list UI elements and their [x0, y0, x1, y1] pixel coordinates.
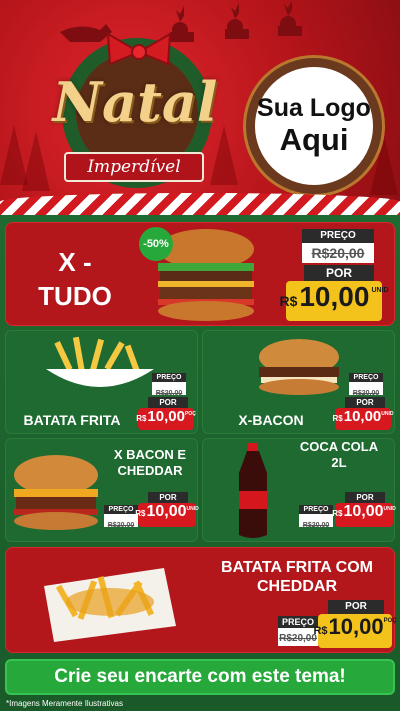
- burger-image: [259, 339, 339, 395]
- old-price-box: PREÇO R$20,00: [278, 616, 318, 646]
- unit-label: UNID: [381, 411, 394, 417]
- por-label: POR: [328, 600, 384, 614]
- fries-image: [46, 336, 154, 387]
- old-price: R$20,00: [107, 522, 135, 529]
- discount-badge: -50%: [139, 227, 173, 261]
- new-price: 10,00: [328, 614, 384, 639]
- old-price: R$20,00: [352, 390, 380, 397]
- new-price-box: R$ 10,00 POÇ: [136, 408, 196, 430]
- flyer-page: Natal Imperdível Sua Logo Aqui X - TUDO …: [0, 0, 400, 711]
- tree-decoration: [22, 131, 50, 191]
- product-card-x-bacon-cheddar: X BACON E CHEDDAR PREÇO R$20,00 POR R$ 1…: [5, 438, 199, 542]
- new-price-box: R$ 10,00 UNID: [135, 503, 199, 527]
- product-card-batata-cheddar: BATATA FRITA COM CHEDDAR PREÇO R$20,00 P…: [5, 547, 397, 653]
- footnote: *Imagens Meramente Ilustrativas: [6, 699, 123, 708]
- candy-cane-border: [0, 193, 400, 215]
- product-name: X-BACON: [238, 412, 304, 428]
- logo-line2: Aqui: [279, 122, 349, 157]
- new-price: 10,00: [343, 408, 382, 425]
- por-label: POR: [345, 492, 385, 503]
- price-label: PREÇO: [104, 505, 138, 514]
- currency: R$: [313, 625, 328, 637]
- new-price-box: R$ 10,00 UNID: [332, 408, 394, 430]
- currency: R$: [135, 509, 146, 518]
- new-price: 10,00: [343, 503, 384, 520]
- old-price: R$20,00: [279, 633, 317, 644]
- new-price-box: R$ 10,00 POÇ: [313, 614, 397, 648]
- currency: R$: [332, 509, 343, 518]
- currency: R$: [136, 414, 147, 423]
- product-card-x-bacon: X-BACON PREÇO R$20,00 POR R$ 10,00 UNID: [202, 330, 395, 434]
- unit-label: UNID: [371, 287, 389, 294]
- tree-decoration: [210, 125, 238, 185]
- unit-label: UNID: [186, 506, 199, 512]
- product-name: X BACON E CHEDDAR: [113, 447, 187, 478]
- por-label: POR: [304, 265, 374, 281]
- old-price-box: PREÇO R$20,00: [152, 373, 186, 397]
- price-label: PREÇO: [299, 505, 333, 514]
- old-price: R$20,00: [302, 522, 330, 529]
- bow-icon: [106, 32, 172, 66]
- old-price-box: PREÇO R$20,00: [104, 505, 138, 529]
- unit-label: UNID: [383, 506, 396, 512]
- new-price: 10,00: [147, 408, 185, 425]
- por-label: POR: [148, 492, 188, 503]
- new-price: 10,00: [146, 503, 187, 520]
- new-price: 10,00: [299, 281, 370, 312]
- logo-line1: Sua Logo: [257, 94, 371, 122]
- header: Natal Imperdível Sua Logo Aqui: [0, 0, 400, 205]
- price-label: PREÇO: [152, 373, 186, 382]
- old-price: R$20,00: [155, 390, 183, 397]
- currency: R$: [332, 414, 343, 423]
- logo-placeholder: Sua Logo Aqui: [246, 58, 382, 194]
- por-label: POR: [148, 397, 188, 408]
- unit-label: POÇ: [184, 411, 196, 417]
- old-price-box: PREÇO R$20,00: [349, 373, 383, 397]
- product-name: BATATA FRITA COM CHEDDAR: [221, 559, 373, 595]
- product-name: BATATA FRITA: [23, 412, 121, 428]
- product-card-x-tudo: X - TUDO -50% PREÇO R$20,00 POR R$ 10,00…: [5, 222, 395, 326]
- old-price: R$20,00: [311, 245, 365, 261]
- price-label: PREÇO: [302, 229, 374, 243]
- product-card-batata-frita: BATATA FRITA PREÇO R$20,00 POR R$ 10,00 …: [5, 330, 198, 434]
- soda-bottle-image: [239, 443, 267, 538]
- cta-banner[interactable]: Crie seu encarte com este tema!: [5, 659, 395, 695]
- title-natal: Natal: [52, 70, 218, 134]
- new-price-box: R$ 10,00 UNID: [279, 281, 389, 321]
- price-label: PREÇO: [349, 373, 383, 382]
- currency: R$: [279, 293, 298, 309]
- por-label: POR: [345, 397, 385, 408]
- product-name: X - TUDO: [38, 247, 112, 311]
- subtitle-banner: Imperdível: [64, 152, 204, 182]
- unit-label: POÇ: [383, 618, 397, 624]
- price-label: PREÇO: [278, 616, 318, 628]
- old-price-box: PREÇO R$20,00: [299, 505, 333, 529]
- reindeer-sleigh-icon: [60, 2, 302, 42]
- old-price-box: PREÇO R$20,00: [302, 229, 374, 263]
- new-price-box: R$ 10,00 UNID: [332, 503, 396, 527]
- burger-image: [14, 455, 98, 530]
- fries-cheddar-image: [44, 568, 176, 642]
- product-name: COCA COLA 2L: [299, 439, 379, 470]
- product-card-coca-cola: COCA COLA 2L PREÇO R$20,00 POR R$ 10,00 …: [202, 438, 396, 542]
